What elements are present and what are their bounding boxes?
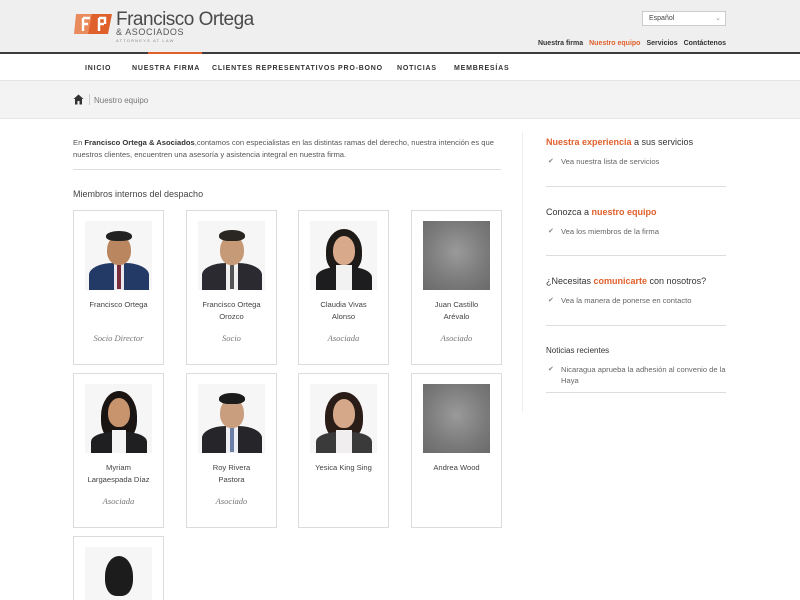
- section-title: Miembros internos del despacho: [73, 189, 204, 199]
- check-icon: ✔: [548, 158, 554, 165]
- member-role: Asociada: [327, 333, 360, 343]
- member-card[interactable]: Myriam Largaespada Díaz Asociada: [73, 373, 164, 528]
- home-icon[interactable]: [73, 94, 84, 105]
- nav-item-pro-bono[interactable]: PRO-BONO: [338, 65, 383, 72]
- top-link-contactenos[interactable]: Contáctenos: [684, 40, 726, 47]
- news-link[interactable]: ✔ Nicaragua aprueba la adhesión al conven…: [546, 364, 726, 386]
- sidebar-news: Noticias recientes ✔ Nicaragua aprueba la…: [546, 346, 726, 386]
- member-photo: [85, 384, 152, 453]
- member-role: Asociado: [440, 333, 473, 343]
- brand-tagline: ATTORNEYS AT LAW: [116, 38, 175, 43]
- intro-lead: En: [73, 138, 85, 147]
- member-photo: [310, 384, 377, 453]
- nav-item-inicio[interactable]: INICIO: [85, 65, 111, 72]
- member-photo: [198, 384, 265, 453]
- brand-logo-icon[interactable]: [74, 12, 112, 36]
- photo-placeholder: [423, 221, 490, 290]
- divider: [546, 325, 726, 326]
- member-name: Roy Rivera Pastora: [212, 463, 251, 484]
- main-nav: INICIO NUESTRA FIRMA CLIENTES REPRESENTA…: [0, 54, 800, 81]
- divider: [546, 186, 726, 187]
- nav-item-clientes[interactable]: CLIENTES REPRESENTATIVOS: [212, 65, 336, 72]
- member-card[interactable]: Francisco Ortega Socio Director: [73, 210, 164, 365]
- photo-placeholder: [423, 384, 490, 453]
- nav-item-membresias[interactable]: MEMBRESÍAS: [454, 65, 509, 72]
- sidebar-title: Nuestra experiencia a sus servicios: [546, 137, 694, 147]
- member-name: Claudia Vivas Alonso: [320, 300, 367, 321]
- news-title: Noticias recientes: [546, 346, 610, 355]
- top-links: Nuestra firma Nuestro equipo Servicios C…: [538, 40, 726, 47]
- top-link-nuestro-equipo[interactable]: Nuestro equipo: [589, 40, 640, 47]
- breadcrumb-separator: [89, 94, 90, 105]
- intro-firm-name: Francisco Ortega & Asociados: [84, 138, 195, 147]
- member-card[interactable]: [73, 536, 164, 600]
- member-card[interactable]: Juan Castillo Arévalo Asociado: [411, 210, 502, 365]
- member-photo: [85, 547, 152, 600]
- member-card[interactable]: Andrea Wood: [411, 373, 502, 528]
- language-select[interactable]: Español ⌄: [642, 11, 726, 26]
- brand-sub: & ASOCIADOS: [116, 27, 185, 37]
- sidebar-link-services[interactable]: ✔ Vea nuestra lista de servicios: [546, 156, 726, 167]
- language-selected: Español: [649, 15, 675, 22]
- member-card[interactable]: Yesica King Sing: [298, 373, 389, 528]
- breadcrumb-current: Nuestro equipo: [94, 96, 149, 105]
- member-photo: [85, 221, 152, 290]
- member-name: Juan Castillo Arévalo: [434, 300, 479, 321]
- top-link-nuestra-firma[interactable]: Nuestra firma: [538, 40, 583, 47]
- member-card[interactable]: Francisco Ortega Orozco Socio: [186, 210, 277, 365]
- top-link-servicios[interactable]: Servicios: [646, 40, 677, 47]
- member-role: Socio Director: [93, 333, 144, 343]
- intro-text: En Francisco Ortega & Asociados,contamos…: [73, 137, 501, 161]
- nav-item-nuestra-firma[interactable]: NUESTRA FIRMA: [132, 65, 200, 72]
- member-card[interactable]: Roy Rivera Pastora Asociado: [186, 373, 277, 528]
- member-photo: [198, 221, 265, 290]
- site-header: Francisco Ortega & ASOCIADOS ATTORNEYS A…: [0, 0, 800, 52]
- sidebar-team: Conozca a nuestro equipo ✔ Vea los miembr…: [546, 207, 726, 237]
- member-name: Myriam Largaespada Díaz: [87, 463, 150, 484]
- sidebar-link-contact[interactable]: ✔ Vea la manera de ponerse en contacto: [546, 295, 726, 306]
- divider: [546, 392, 726, 393]
- member-name: Andrea Wood: [433, 463, 480, 472]
- divider: [73, 169, 501, 170]
- sidebar-services: Nuestra experiencia a sus servicios ✔ Vea…: [546, 137, 726, 167]
- divider: [546, 255, 726, 256]
- member-role: Asociada: [102, 496, 135, 506]
- sidebar-contact: ¿Necesitas comunicarte con nosotros? ✔ Ve…: [546, 276, 726, 306]
- member-role: Asociado: [215, 496, 248, 506]
- member-role: Socio: [222, 333, 241, 343]
- member-photo: [310, 221, 377, 290]
- breadcrumb: Nuestro equipo: [0, 81, 800, 119]
- member-name: Yesica King Sing: [315, 463, 372, 472]
- member-name: Francisco Ortega: [89, 300, 148, 309]
- sidebar-title: Conozca a nuestro equipo: [546, 207, 657, 217]
- sidebar-link-team[interactable]: ✔ Vea los miembros de la firma: [546, 226, 726, 237]
- member-name: Francisco Ortega Orozco: [202, 300, 261, 321]
- chevron-down-icon: ⌄: [715, 15, 721, 22]
- member-card[interactable]: Claudia Vivas Alonso Asociada: [298, 210, 389, 365]
- sidebar-divider: [522, 132, 523, 412]
- check-icon: ✔: [548, 297, 554, 304]
- check-icon: ✔: [548, 228, 554, 235]
- check-icon: ✔: [548, 366, 554, 373]
- nav-item-noticias[interactable]: NOTICIAS: [397, 65, 437, 72]
- sidebar-title: ¿Necesitas comunicarte con nosotros?: [546, 276, 707, 286]
